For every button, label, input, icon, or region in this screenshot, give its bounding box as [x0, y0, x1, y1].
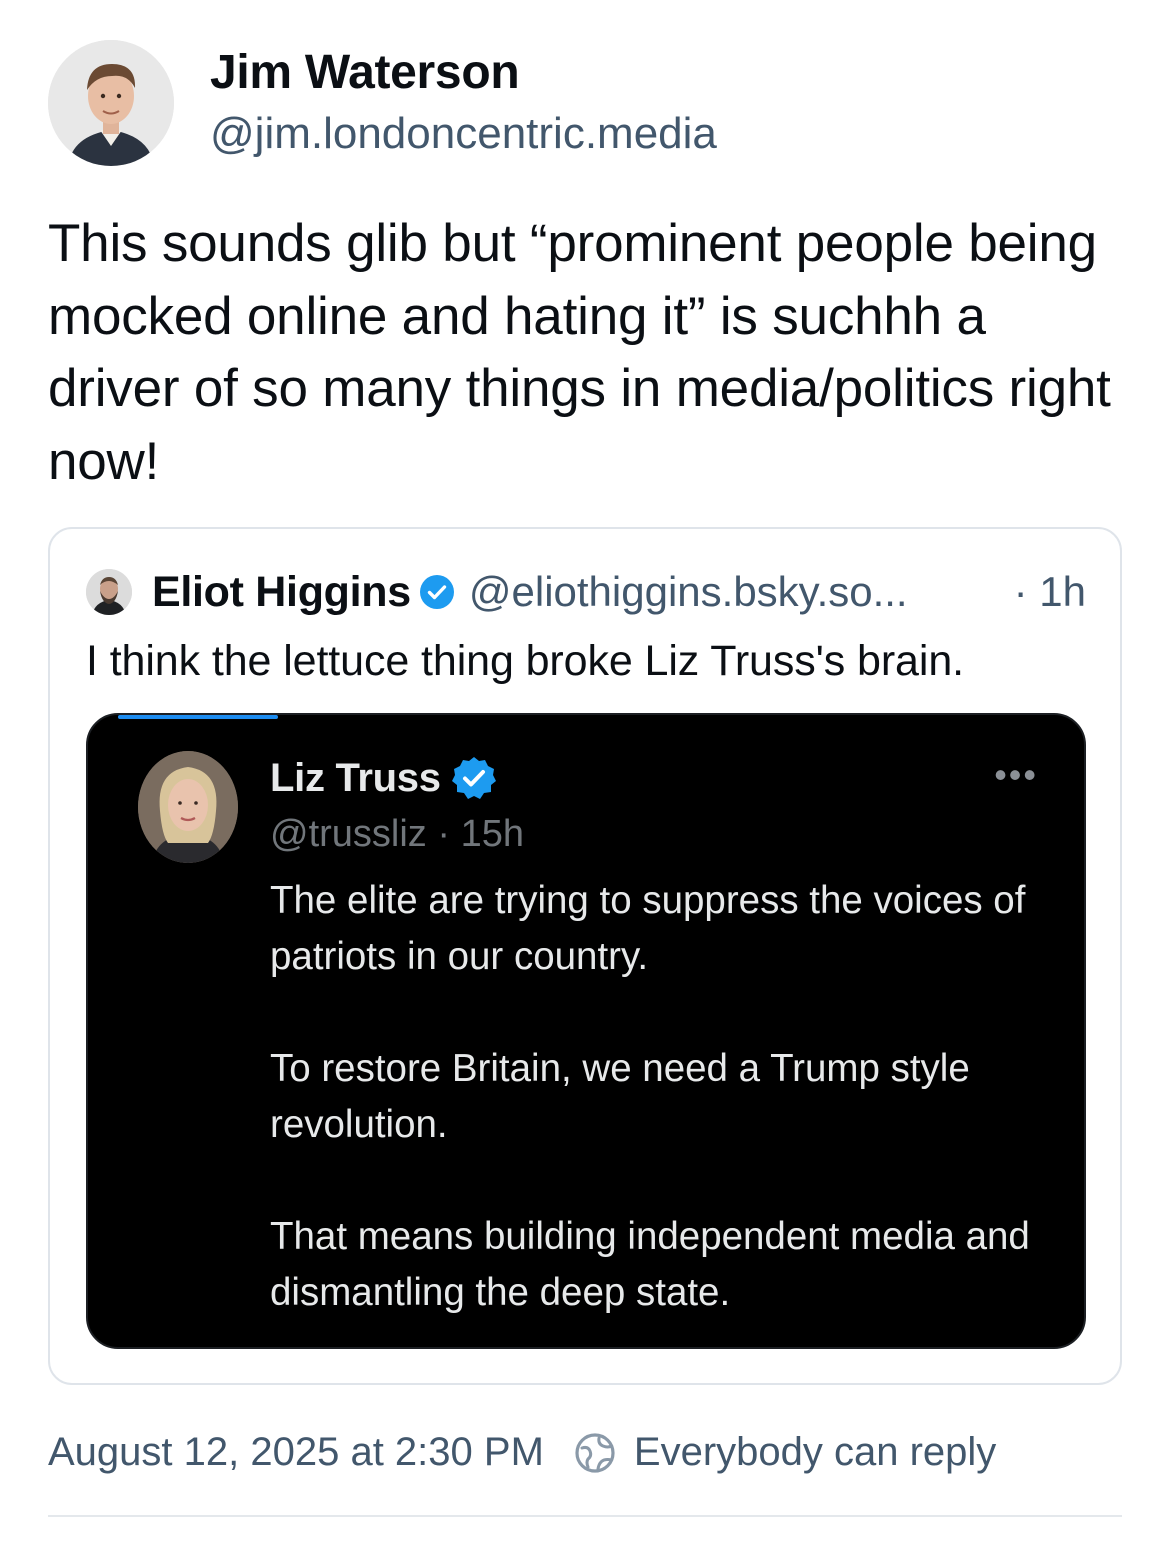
quote-post-card[interactable]: Eliot Higgins @eliothiggins.bsky.so... ·…	[48, 527, 1122, 1385]
image-progress-indicator	[118, 715, 278, 719]
embedded-name-row: Liz Truss	[270, 755, 497, 801]
quote-author-name[interactable]: Eliot Higgins	[152, 568, 411, 617]
author-block: Jim Waterson @jim.londoncentric.media	[210, 43, 717, 163]
quote-avatar[interactable]	[86, 569, 132, 615]
post-timestamp: August 12, 2025 at 2:30 PM	[48, 1430, 544, 1474]
quote-header: Eliot Higgins @eliothiggins.bsky.so... ·…	[86, 567, 1086, 617]
quote-timestamp: · 1h	[1013, 568, 1086, 615]
embedded-paragraph: That means building independent media an…	[270, 1215, 1030, 1314]
post-header: Jim Waterson @jim.londoncentric.media	[48, 40, 717, 166]
embedded-paragraph: To restore Britain, we need a Trump styl…	[270, 1047, 970, 1146]
reply-setting[interactable]: Everybody can reply	[634, 1430, 996, 1475]
quote-text: I think the lettuce thing broke Liz Trus…	[86, 637, 964, 685]
post-footer: August 12, 2025 at 2:30 PM Everybody can…	[48, 1430, 996, 1475]
post-text: This sounds glib but “prominent people b…	[48, 214, 1111, 491]
author-handle[interactable]: @jim.londoncentric.media	[210, 105, 717, 163]
verified-badge-icon	[451, 757, 496, 799]
author-name[interactable]: Jim Waterson	[210, 43, 717, 103]
embedded-screenshot[interactable]: Liz Truss ••• @trussliz · 15h The elite …	[86, 713, 1086, 1349]
embedded-author-name: Liz Truss	[270, 755, 441, 800]
globe-icon	[575, 1432, 615, 1473]
embedded-avatar	[138, 751, 238, 863]
divider	[48, 1515, 1122, 1517]
quote-author-handle[interactable]: @eliothiggins.bsky.so...	[469, 568, 908, 616]
embedded-paragraph: The elite are trying to suppress the voi…	[270, 879, 1026, 978]
embedded-handle-time: @trussliz · 15h	[270, 813, 524, 855]
avatar[interactable]	[48, 40, 174, 166]
more-options-icon: •••	[994, 754, 1038, 795]
verified-badge-icon	[419, 575, 454, 609]
